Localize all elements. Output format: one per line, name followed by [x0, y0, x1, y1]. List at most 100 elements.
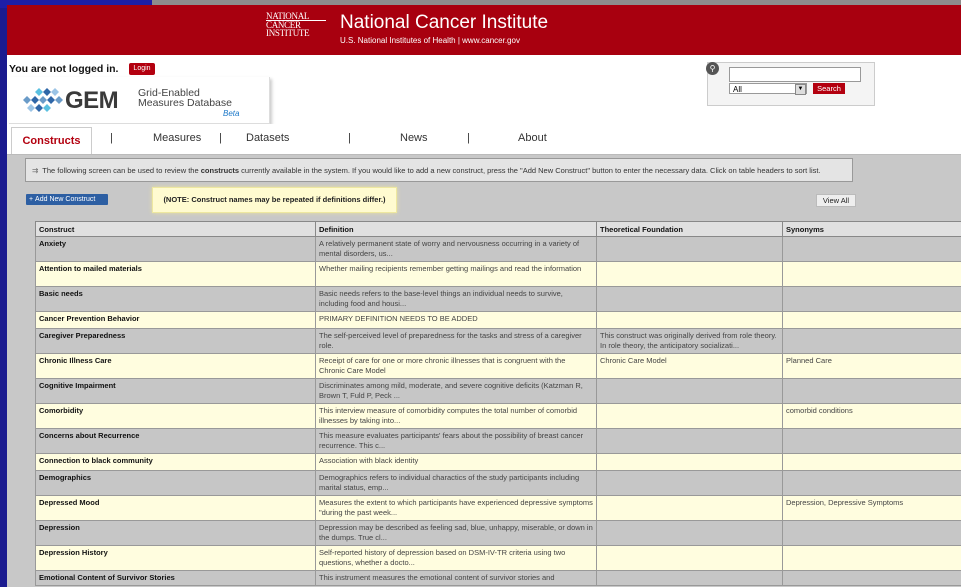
table-row[interactable]: Cancer Prevention Behavior PRIMARY DEFINI…: [35, 311, 961, 329]
synonyms-cell: comorbid conditions: [782, 403, 961, 429]
column-header-synonyms[interactable]: Synonyms: [782, 221, 961, 237]
definition-cell: Basic needs refers to the base-level thi…: [315, 286, 597, 312]
search-input[interactable]: [729, 67, 861, 82]
search-button[interactable]: Search: [813, 83, 845, 94]
definition-cell: Discriminates among mild, moderate, and …: [315, 378, 597, 404]
construct-name-cell[interactable]: Depressed Mood: [35, 495, 316, 521]
construct-note: (NOTE: Construct names may be repeated i…: [152, 187, 397, 213]
add-button-label: Add New Construct: [35, 196, 96, 203]
info-icon: ⇉: [32, 166, 39, 175]
column-header-theoretical-foundation[interactable]: Theoretical Foundation: [596, 221, 783, 237]
definition-cell: Receipt of care for one or more chronic …: [315, 353, 597, 379]
tab-datasets[interactable]: Datasets: [246, 132, 289, 144]
tab-news[interactable]: News: [400, 132, 428, 144]
synonyms-cell: [782, 428, 961, 454]
constructs-table: Construct Definition Theoretical Foundat…: [35, 221, 961, 586]
definition-cell: This interview measure of comorbidity co…: [315, 403, 597, 429]
info-text-pre: The following screen can be used to revi…: [42, 166, 201, 175]
search-scope-select[interactable]: All ▼: [729, 83, 807, 95]
construct-name-cell[interactable]: Depression History: [35, 545, 316, 571]
table-row[interactable]: Connection to black community Association…: [35, 453, 961, 471]
table-row[interactable]: Concerns about Recurrence This measure ev…: [35, 428, 961, 454]
table-row[interactable]: Depression Depression may be described as…: [35, 520, 961, 546]
tab-measures[interactable]: Measures: [153, 132, 201, 144]
theoretical-foundation-cell: [596, 545, 783, 571]
construct-name-cell[interactable]: Demographics: [35, 470, 316, 496]
construct-name-cell[interactable]: Connection to black community: [35, 453, 316, 471]
construct-name-cell[interactable]: Emotional Content of Survivor Stories: [35, 570, 316, 586]
nav-separator: |: [219, 132, 222, 144]
table-row[interactable]: Depression History Self-reported history …: [35, 545, 961, 571]
synonyms-cell: [782, 236, 961, 262]
info-text-bold: constructs: [200, 166, 240, 175]
construct-name-cell[interactable]: Attention to mailed materials: [35, 261, 316, 287]
table-row[interactable]: Anxiety A relatively permanent state of w…: [35, 236, 961, 262]
table-row[interactable]: Basic needs Basic needs refers to the bas…: [35, 286, 961, 312]
synonyms-cell: [782, 261, 961, 287]
theoretical-foundation-cell: [596, 378, 783, 404]
construct-name-cell[interactable]: Cancer Prevention Behavior: [35, 311, 316, 329]
table-row[interactable]: Depressed Mood Measures the extent to whi…: [35, 495, 961, 521]
theoretical-foundation-cell: [596, 286, 783, 312]
theoretical-foundation-cell: [596, 520, 783, 546]
theoretical-foundation-cell: Chronic Care Model: [596, 353, 783, 379]
theoretical-foundation-cell: [596, 261, 783, 287]
search-icon: ⚲: [706, 62, 719, 75]
column-header-construct[interactable]: Construct: [35, 221, 316, 237]
table-row[interactable]: Emotional Content of Survivor Stories Thi…: [35, 570, 961, 586]
login-status: You are not logged in.: [9, 63, 119, 75]
construct-name-cell[interactable]: Basic needs: [35, 286, 316, 312]
table-row[interactable]: Attention to mailed materials Whether mai…: [35, 261, 961, 287]
definition-cell: A relatively permanent state of worry an…: [315, 236, 597, 262]
construct-name-cell[interactable]: Anxiety: [35, 236, 316, 262]
table-row[interactable]: Caregiver Preparedness The self-perceived…: [35, 328, 961, 354]
add-new-construct-button[interactable]: + Add New Construct: [26, 194, 108, 205]
construct-name-cell[interactable]: Chronic Illness Care: [35, 353, 316, 379]
definition-cell: The self-perceived level of preparedness…: [315, 328, 597, 354]
construct-name-cell[interactable]: Comorbidity: [35, 403, 316, 429]
synonyms-cell: [782, 470, 961, 496]
construct-name-cell[interactable]: Cognitive Impairment: [35, 378, 316, 404]
theoretical-foundation-cell: [596, 311, 783, 329]
tab-constructs[interactable]: Constructs: [11, 127, 92, 154]
definition-cell: Measures the extent to which participant…: [315, 495, 597, 521]
table-header-row: Construct Definition Theoretical Foundat…: [35, 221, 961, 237]
banner-title[interactable]: National Cancer Institute: [340, 12, 548, 34]
construct-name-cell[interactable]: Depression: [35, 520, 316, 546]
theoretical-foundation-cell: [596, 470, 783, 496]
definition-cell: PRIMARY DEFINITION NEEDS TO BE ADDED: [315, 311, 597, 329]
view-all-button[interactable]: View All: [816, 194, 856, 207]
table-row[interactable]: Demographics Demographics refers to indiv…: [35, 470, 961, 496]
definition-cell: This instrument measures the emotional c…: [315, 570, 597, 586]
synonyms-cell: [782, 311, 961, 329]
synonyms-cell: [782, 378, 961, 404]
theoretical-foundation-cell: [596, 236, 783, 262]
gem-subtitle-line: Measures Database: [138, 97, 232, 109]
table-row[interactable]: Comorbidity This interview measure of com…: [35, 403, 961, 429]
tab-about[interactable]: About: [518, 132, 547, 144]
table-body: Anxiety A relatively permanent state of w…: [35, 236, 961, 586]
construct-name-cell[interactable]: Concerns about Recurrence: [35, 428, 316, 454]
gem-diamonds-icon: [23, 88, 63, 112]
nav-separator: |: [348, 132, 351, 144]
column-header-definition[interactable]: Definition: [315, 221, 597, 237]
theoretical-foundation-cell: [596, 428, 783, 454]
gem-beta-label: Beta: [223, 109, 240, 118]
banner-subtitle[interactable]: U.S. National Institutes of Health | www…: [340, 36, 520, 45]
theoretical-foundation-cell: [596, 403, 783, 429]
table-row[interactable]: Chronic Illness Care Receipt of care for …: [35, 353, 961, 379]
synonyms-cell: [782, 328, 961, 354]
table-row[interactable]: Cognitive Impairment Discriminates among …: [35, 378, 961, 404]
theoretical-foundation-cell: This construct was originally derived fr…: [596, 328, 783, 354]
nci-logo-line: INSTITUTE: [266, 28, 310, 38]
browser-content: NATIONAL CANCER INSTITUTE National Cance…: [7, 5, 961, 587]
definition-cell: Whether mailing recipients remember gett…: [315, 261, 597, 287]
login-button[interactable]: Login: [129, 63, 155, 75]
theoretical-foundation-cell: [596, 570, 783, 586]
info-text-post: currently available in the system. If yo…: [239, 166, 821, 175]
nci-logo[interactable]: NATIONAL CANCER INSTITUTE: [266, 12, 326, 46]
gem-subtitle: Grid-Enabled Measures Database: [138, 88, 232, 109]
synonyms-cell: [782, 545, 961, 571]
nav-separator: |: [110, 132, 113, 144]
construct-name-cell[interactable]: Caregiver Preparedness: [35, 328, 316, 354]
